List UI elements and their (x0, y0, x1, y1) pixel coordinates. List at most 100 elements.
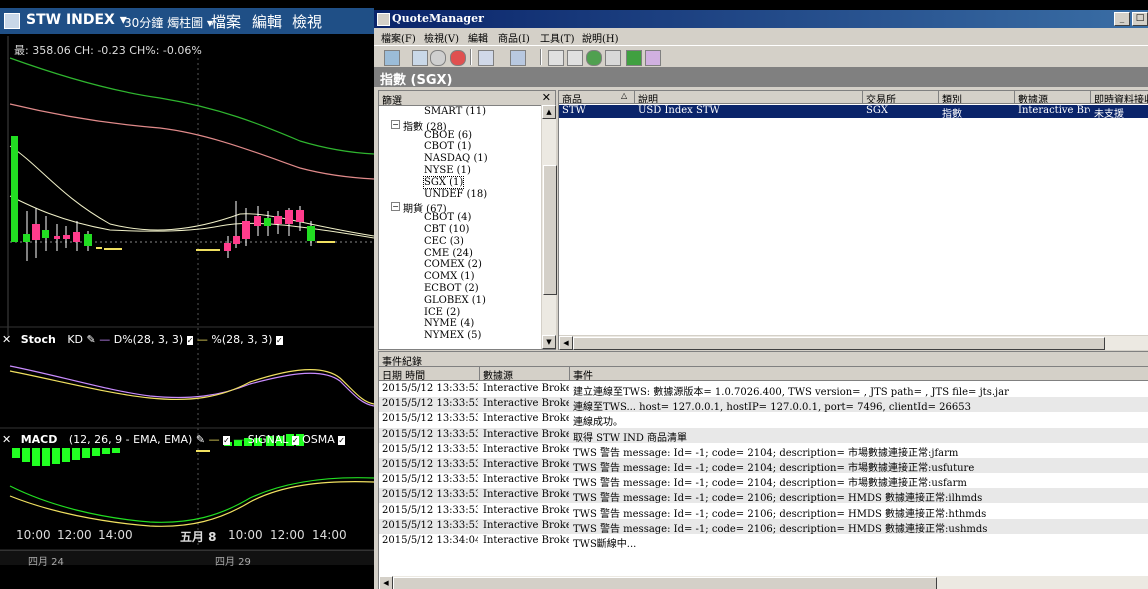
tree-item[interactable]: CBOE (6) (424, 130, 472, 141)
edit-icon[interactable]: ✎ (87, 333, 96, 346)
scroll-thumb[interactable] (393, 577, 937, 589)
tree-item[interactable]: CBOT (1) (424, 141, 471, 152)
tree-item[interactable]: ICE (2) (424, 307, 460, 318)
event-row[interactable]: 2015/5/12 13:33:53 Interactive Brokers TWS… (379, 442, 1148, 459)
tree-item[interactable]: NYSE (1) (424, 165, 471, 176)
menu-help[interactable]: 說明(H) (582, 30, 619, 45)
event-row[interactable]: 2015/5/12 13:33:53 Interactive Brokers 建立連… (379, 382, 1148, 398)
filter-scrollbar[interactable]: ▲ ▼ (541, 105, 557, 349)
tree-item[interactable]: UNDEF (18) (424, 189, 487, 200)
close-pane-icon[interactable]: ✕ (2, 433, 11, 446)
menu-edit[interactable]: 編輯 (468, 30, 488, 45)
menu-view[interactable]: 檢視 (292, 11, 322, 32)
event-row[interactable]: 2015/5/12 13:33:53 Interactive Brokers TWS… (379, 488, 1148, 504)
event-row[interactable]: 2015/5/12 13:33:53 Interactive Brokers TWS… (379, 473, 1148, 489)
col-event[interactable]: 事件 (570, 367, 1148, 382)
sheet-icon[interactable] (626, 50, 642, 66)
event-row[interactable]: 2015/5/12 13:33:53 Interactive Brokers 取得 … (379, 427, 1148, 444)
close-pane-icon[interactable]: ✕ (2, 333, 11, 346)
product-table: 商品 △ 說明 交易所 類別 數據源 即時資料接收 STW USD Index S… (558, 90, 1148, 350)
event-row[interactable]: 2015/5/12 13:33:53 Interactive Brokers TWS… (379, 458, 1148, 474)
candle (224, 243, 231, 251)
symbol-selector[interactable]: STW INDEX ▾ (26, 12, 127, 28)
timeframe-selector[interactable]: 30分鐘 燭柱圖 ▾ (124, 14, 213, 31)
export-icon[interactable] (510, 50, 526, 66)
table-icon[interactable] (548, 50, 564, 66)
scroll-down-icon[interactable]: ▼ (542, 335, 556, 349)
tree-item[interactable]: CME (24) (424, 248, 473, 259)
new-icon[interactable] (384, 50, 400, 66)
scroll-thumb[interactable] (573, 337, 1105, 350)
menu-view[interactable]: 檢視(V) (424, 30, 459, 45)
tree-expander-icon[interactable]: − (391, 202, 400, 212)
event-datetime: 2015/5/12 13:33:53 (382, 504, 478, 516)
settings-icon[interactable] (430, 50, 446, 66)
product-hscrollbar[interactable]: ◀ (559, 335, 1148, 350)
tree-item[interactable]: CBT (10) (424, 224, 469, 235)
x-tick: 五月 8 (180, 530, 217, 544)
event-datetime: 2015/5/12 13:34:04 (382, 535, 478, 546)
tree-item[interactable]: NYMEX (5) (424, 330, 481, 341)
event-row[interactable]: 2015/5/12 13:33:53 Interactive Brokers TWS… (379, 503, 1148, 520)
candle (104, 248, 122, 250)
cell-realtime: 未支援 (1094, 109, 1124, 120)
scroll-thumb[interactable] (543, 165, 557, 295)
col-symbol[interactable]: 商品 △ (559, 91, 635, 104)
col-category[interactable]: 類別 (939, 91, 1015, 104)
maximize-button[interactable]: □ (1132, 12, 1148, 26)
tree-item[interactable]: SGX (1) (422, 175, 465, 189)
tree-item[interactable]: COMX (1) (424, 271, 475, 282)
col-description[interactable]: 說明 (635, 91, 863, 104)
minimize-button[interactable]: _ (1114, 12, 1130, 26)
list-icon[interactable] (567, 50, 583, 66)
event-log-title: 事件紀錄 (382, 357, 422, 368)
event-row[interactable]: 2015/5/12 13:33:53 Interactive Brokers 連線至… (379, 397, 1148, 413)
tree-item[interactable]: GLOBEX (1) (424, 295, 486, 306)
menu-symbol[interactable]: 商品(I) (498, 30, 530, 45)
macd-checkbox[interactable]: ✓ (223, 436, 230, 445)
col-datasource[interactable]: 數據源 (1015, 91, 1091, 104)
report-icon[interactable] (645, 50, 661, 66)
tree-item[interactable]: CEC (3) (424, 236, 464, 247)
tree-expander-icon[interactable]: − (391, 119, 400, 129)
bank-icon[interactable] (605, 50, 621, 66)
menu-file[interactable]: 檔案(F) (381, 30, 416, 45)
event-row[interactable]: 2015/5/12 13:34:04 Interactive Brokers TWS… (379, 534, 1148, 550)
col-source[interactable]: 數據源 (480, 367, 570, 382)
event-log: 事件紀錄 日期 時間 數據源 事件 2015/5/12 13:33:53 Inte… (378, 351, 1148, 589)
event-datetime: 2015/5/12 13:33:53 (382, 443, 478, 455)
table-row[interactable]: STW USD Index STW SGX 指數 Interactive Bro… (559, 105, 1148, 120)
tree-item[interactable]: COMEX (2) (424, 259, 482, 270)
event-message: 取得 STW IND 商品清單 (573, 432, 688, 444)
d-series-checkbox[interactable]: ✓ (186, 336, 194, 345)
tree-item[interactable]: NASDAQ (1) (424, 153, 488, 164)
menu-tools[interactable]: 工具(T) (540, 30, 574, 45)
tree-item[interactable]: SMART (11) (424, 106, 486, 117)
event-hscrollbar[interactable]: ◀ (379, 576, 1148, 589)
import-icon[interactable] (478, 50, 494, 66)
edit-icon[interactable]: ✎ (196, 433, 205, 446)
tree-item[interactable]: ECBOT (2) (424, 283, 479, 294)
globe-icon[interactable] (586, 50, 602, 66)
col-datetime[interactable]: 日期 時間 (379, 367, 480, 382)
add-icon[interactable] (412, 50, 428, 66)
scroll-left-icon[interactable]: ◀ (379, 576, 393, 589)
col-realtime[interactable]: 即時資料接收 (1091, 91, 1148, 104)
event-row[interactable]: 2015/5/12 13:33:53 Interactive Brokers TWS… (379, 518, 1148, 535)
col-exchange[interactable]: 交易所 (863, 91, 939, 104)
osma-label: OSMA (302, 433, 335, 446)
x-sub-label: 四月 29 (215, 557, 251, 568)
delete-icon[interactable] (450, 50, 466, 66)
scroll-up-icon[interactable]: ▲ (542, 105, 556, 119)
menu-edit[interactable]: 編輯 (252, 11, 282, 32)
tree-item[interactable]: NYME (4) (424, 318, 474, 329)
event-row[interactable]: 2015/5/12 13:33:53 Interactive Brokers 連線成… (379, 412, 1148, 428)
menu-file[interactable]: 檔案 (211, 11, 241, 32)
signal-checkbox[interactable]: ✓ (291, 436, 299, 445)
tree-item[interactable]: CBOT (4) (424, 212, 471, 223)
k-series-checkbox[interactable]: ✓ (275, 336, 283, 345)
osma-checkbox[interactable]: ✓ (338, 436, 345, 445)
scroll-left-icon[interactable]: ◀ (559, 336, 573, 350)
close-icon[interactable]: ✕ (542, 91, 551, 104)
price-chart[interactable] (0, 36, 374, 577)
